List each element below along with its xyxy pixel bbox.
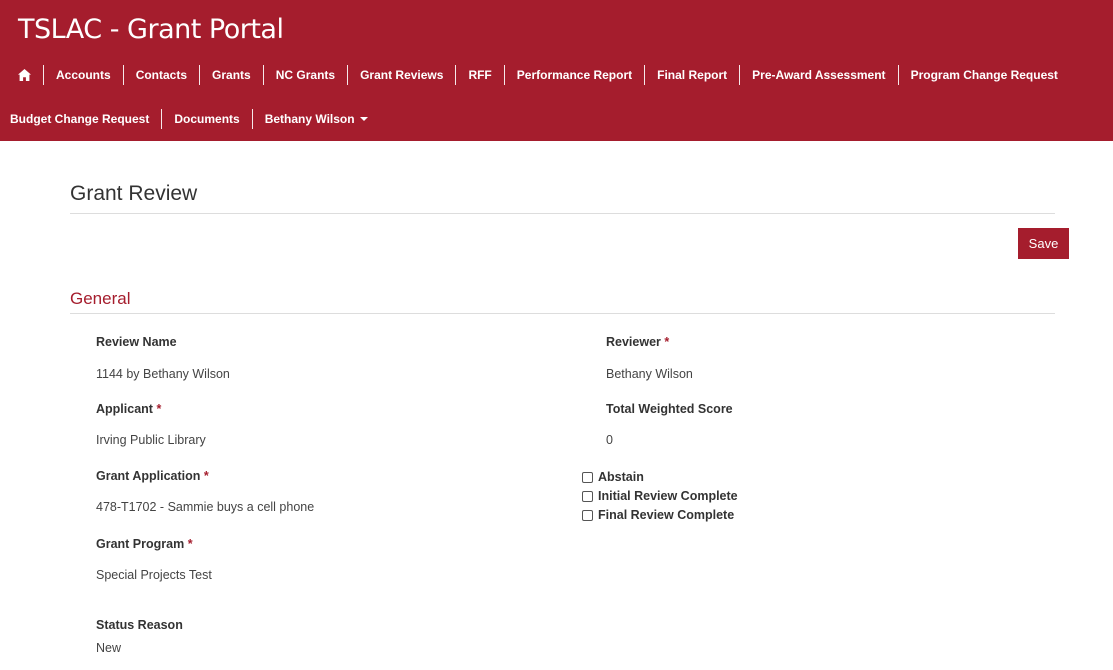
site-title[interactable]: TSLAC - Grant Portal xyxy=(18,14,284,45)
grant-program-label-text: Grant Program xyxy=(96,537,185,551)
nav-contacts[interactable]: Contacts xyxy=(124,68,199,82)
nav-separator xyxy=(262,65,264,85)
title-divider xyxy=(70,213,1055,214)
review-name-value: 1144 by Bethany Wilson xyxy=(96,367,230,381)
nav-performance-report[interactable]: Performance Report xyxy=(505,68,644,82)
user-menu[interactable]: Bethany Wilson xyxy=(253,112,380,126)
nav-row-1: Accounts Contacts Grants NC Grants Grant… xyxy=(0,64,1058,86)
grant-program-label: Grant Program * xyxy=(96,537,193,551)
section-divider xyxy=(70,313,1055,314)
home-icon xyxy=(18,69,31,81)
nav-separator xyxy=(122,65,124,85)
nav-separator xyxy=(199,65,201,85)
nav-grant-reviews[interactable]: Grant Reviews xyxy=(348,68,455,82)
caret-down-icon xyxy=(359,117,368,121)
status-reason-value: New xyxy=(96,641,122,655)
final-review-complete-label: Final Review Complete xyxy=(598,508,735,522)
nav-separator xyxy=(455,65,457,85)
checkbox-box[interactable] xyxy=(582,509,593,521)
nav-separator xyxy=(161,109,163,129)
grant-application-label-text: Grant Application xyxy=(96,469,201,483)
nav-grants[interactable]: Grants xyxy=(200,68,263,82)
nav-separator xyxy=(897,65,899,85)
required-marker: * xyxy=(203,469,209,483)
reviewer-label: Reviewer * xyxy=(606,335,669,349)
nav-separator xyxy=(251,109,253,129)
initial-review-complete-label: Initial Review Complete xyxy=(598,489,738,503)
status-reason-label: Status Reason xyxy=(96,618,183,632)
reviewer-value: Bethany Wilson xyxy=(606,367,693,381)
nav-nc-grants[interactable]: NC Grants xyxy=(264,68,347,82)
nav-pre-award-assessment[interactable]: Pre-Award Assessment xyxy=(740,68,897,82)
grant-application-value: 478-T1702 - Sammie buys a cell phone xyxy=(96,500,315,514)
nav-documents[interactable]: Documents xyxy=(162,112,251,126)
reviewer-label-text: Reviewer xyxy=(606,335,661,349)
nav-separator xyxy=(43,65,44,85)
total-weighted-score-label: Total Weighted Score xyxy=(606,402,733,416)
save-button[interactable]: Save xyxy=(1018,228,1069,259)
required-marker: * xyxy=(156,402,162,416)
nav-accounts[interactable]: Accounts xyxy=(44,68,123,82)
nav-rff[interactable]: RFF xyxy=(456,68,503,82)
nav-separator xyxy=(644,65,646,85)
grant-application-label: Grant Application * xyxy=(96,469,209,483)
checkbox-box[interactable] xyxy=(582,490,593,502)
nav-budget-change-request[interactable]: Budget Change Request xyxy=(0,112,161,126)
applicant-label: Applicant * xyxy=(96,402,161,416)
section-title-general: General xyxy=(70,289,131,308)
required-marker: * xyxy=(664,335,670,349)
final-review-complete-checkbox[interactable]: Final Review Complete xyxy=(582,508,734,522)
applicant-label-text: Applicant xyxy=(96,402,153,416)
top-header: TSLAC - Grant Portal Accounts Contacts G… xyxy=(0,0,1113,141)
required-marker: * xyxy=(187,537,193,551)
initial-review-complete-checkbox[interactable]: Initial Review Complete xyxy=(582,489,738,503)
abstain-label: Abstain xyxy=(598,470,644,484)
nav-separator xyxy=(503,65,505,85)
abstain-checkbox[interactable]: Abstain xyxy=(582,470,644,484)
nav-row-2: Budget Change Request Documents Bethany … xyxy=(0,108,380,130)
nav-program-change-request[interactable]: Program Change Request xyxy=(899,68,1058,82)
checkbox-box[interactable] xyxy=(582,471,593,483)
applicant-value: Irving Public Library xyxy=(96,433,206,447)
review-name-label: Review Name xyxy=(96,335,177,349)
grant-program-value: Special Projects Test xyxy=(96,568,212,582)
nav-separator xyxy=(347,65,349,85)
nav-home[interactable] xyxy=(0,69,43,81)
total-weighted-score-value: 0 xyxy=(606,433,613,447)
user-menu-label: Bethany Wilson xyxy=(264,112,355,126)
page-title: Grant Review xyxy=(70,182,198,205)
nav-final-report[interactable]: Final Report xyxy=(645,68,739,82)
nav-separator xyxy=(739,65,741,85)
